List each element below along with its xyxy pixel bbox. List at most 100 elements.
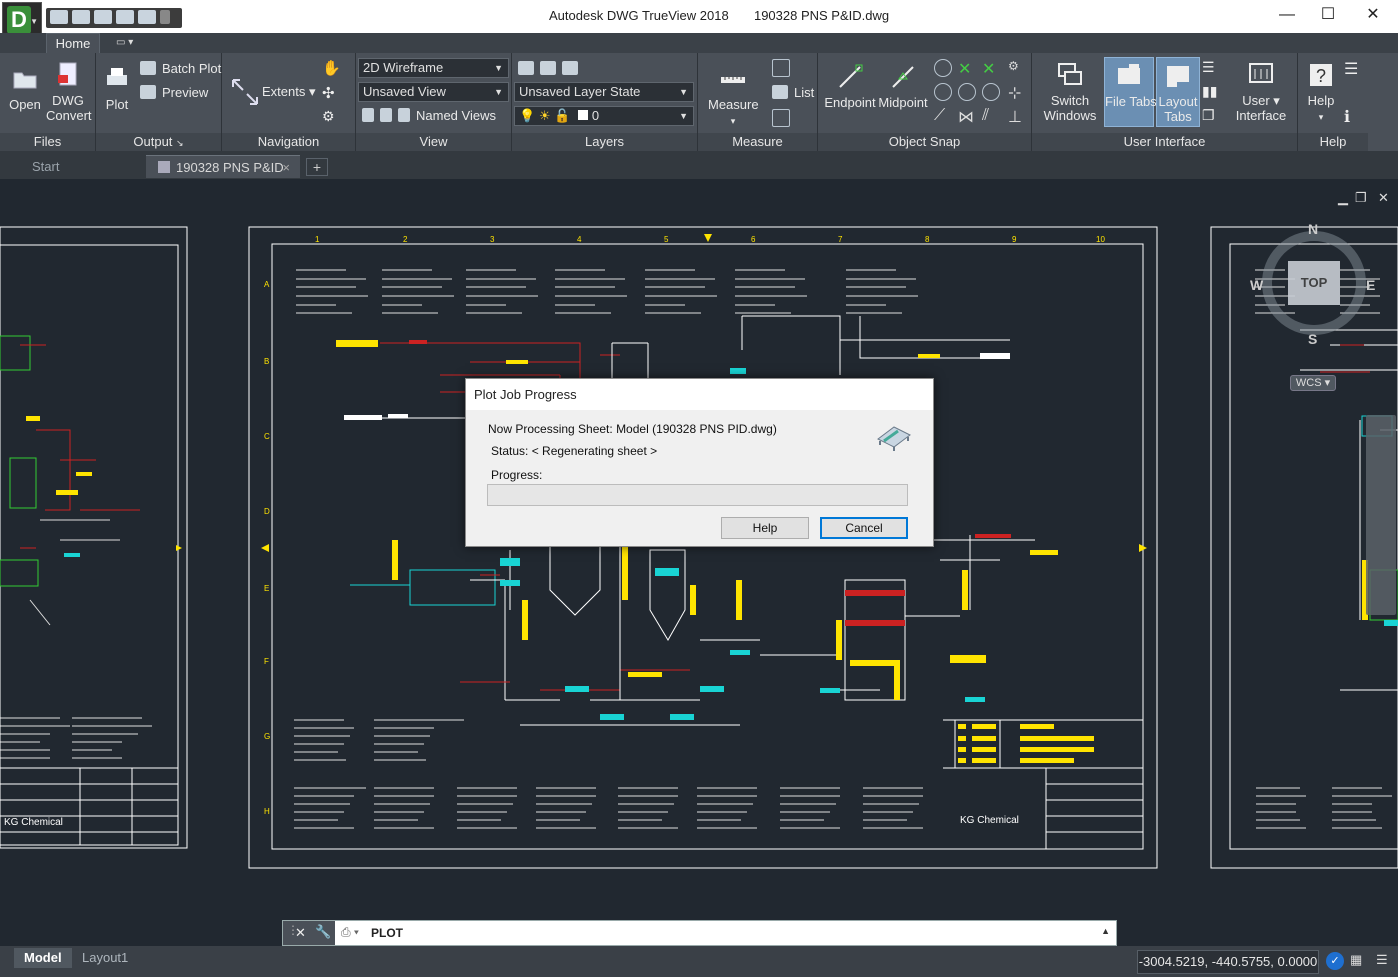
parallel-snap-icon[interactable]: ⫽ <box>982 107 1000 125</box>
close-tab-icon[interactable]: × <box>282 156 290 179</box>
zoom-extents-icon[interactable] <box>230 77 260 107</box>
measure-button[interactable]: Measure ▾ <box>708 65 759 129</box>
plotter-icon <box>877 426 911 451</box>
visual-style-dropdown[interactable]: 2D Wireframe ▼ <box>358 58 509 78</box>
panel-title-files[interactable]: Files <box>0 133 95 151</box>
tangent-snap-icon[interactable] <box>982 83 1000 101</box>
panel-title-navigation[interactable]: Navigation <box>222 133 355 151</box>
cancel-button[interactable]: Cancel <box>820 517 908 539</box>
list-button[interactable]: List <box>772 85 814 101</box>
pdf-icon[interactable] <box>72 10 90 24</box>
layer-freeze-icon[interactable] <box>540 61 556 75</box>
info-icon[interactable]: ℹ <box>1344 107 1362 126</box>
print-preview-icon[interactable] <box>116 10 134 24</box>
named-views-button[interactable]: Named Views <box>362 108 496 124</box>
apparent-intersection-icon[interactable]: ✕ <box>982 59 1000 78</box>
viewport-close-icon[interactable]: ✕ <box>1378 190 1389 206</box>
viewport-restore-icon[interactable]: ❐ <box>1355 190 1367 206</box>
batch-plot-button[interactable]: Batch Plot <box>140 61 221 77</box>
nearest-snap-icon[interactable]: ⋈ <box>958 107 976 126</box>
customize-qat-icon[interactable] <box>160 10 170 24</box>
workspace-icon[interactable]: ▦ <box>1350 952 1362 968</box>
open-icon[interactable] <box>50 10 68 24</box>
customization-menu-icon[interactable]: ☰ <box>1376 952 1388 968</box>
minimize-button[interactable]: — <box>1274 4 1300 26</box>
saved-view-dropdown[interactable]: Unsaved View ▼ <box>358 82 509 102</box>
node-snap-icon[interactable] <box>934 83 952 101</box>
close-icon[interactable]: ✕ <box>295 925 306 941</box>
preview-button[interactable]: Preview <box>140 85 208 101</box>
orbit-icon[interactable]: ✣ <box>322 84 340 102</box>
coordinates-display[interactable]: -3004.5219, -440.5755, 0.0000 <box>1137 950 1319 974</box>
drawing-tab-label: 190328 PNS P&ID <box>176 160 284 175</box>
wcs-menu-button[interactable]: WCS ▾ <box>1290 375 1336 391</box>
quick-access-toolbar <box>46 8 182 28</box>
viewcube-east[interactable]: E <box>1366 277 1375 293</box>
quadrant-snap-icon[interactable] <box>958 83 976 101</box>
tab-home[interactable]: Home <box>46 33 100 54</box>
model-space-canvas[interactable]: A B C D E F G H 1 2 3 4 5 6 7 8 9 10 KG … <box>0 179 1398 944</box>
new-tab-button[interactable]: + <box>306 158 328 176</box>
layer-state-dropdown[interactable]: Unsaved Layer State ▼ <box>514 82 694 102</box>
tab-drawing[interactable]: 190328 PNS P&ID × <box>146 155 300 178</box>
maximize-button[interactable]: ☐ <box>1315 4 1341 26</box>
ribbon-options-icon[interactable]: ▭ ▾ <box>116 37 133 48</box>
layout-tabs-button[interactable]: Layout Tabs <box>1156 57 1200 127</box>
plot-button[interactable]: Plot <box>100 65 134 112</box>
user-interface-button[interactable]: User ▾ Interface <box>1228 61 1294 123</box>
layer-match-icon[interactable] <box>562 61 578 75</box>
dwg-convert-button[interactable]: DWG Convert <box>46 61 92 123</box>
viewport-minimize-icon[interactable]: ▁ <box>1338 190 1348 206</box>
intersection-snap-icon[interactable]: ✕ <box>958 59 976 78</box>
panel-title-view[interactable]: View <box>356 133 511 151</box>
tile-horizontal-icon[interactable]: ☰ <box>1202 59 1220 77</box>
panel-title-object-snap[interactable]: Object Snap <box>818 133 1031 151</box>
steering-wheel-icon[interactable]: ⚙ <box>322 108 340 126</box>
command-history-icon[interactable]: ⎙ ▾ <box>341 925 359 940</box>
command-line[interactable]: ⋮ ✕ 🔧 ⎙ ▾ PLOT ▲ <box>282 920 1117 946</box>
wrench-icon[interactable]: 🔧 <box>315 924 331 940</box>
chevron-up-icon[interactable]: ▲ <box>1101 926 1110 936</box>
pan-hand-icon[interactable]: ✋ <box>322 59 341 77</box>
layer-properties-icon[interactable] <box>518 61 534 75</box>
close-button[interactable]: ✕ <box>1360 4 1386 26</box>
dwg-convert-label-2: Convert <box>46 108 92 123</box>
viewcube-north[interactable]: N <box>1308 221 1318 237</box>
file-tabs-button[interactable]: File Tabs <box>1104 57 1157 127</box>
locate-point-icon[interactable] <box>772 109 790 127</box>
print-icon[interactable] <box>94 10 112 24</box>
panel-title-user-interface[interactable]: User Interface <box>1032 133 1297 151</box>
list-icon <box>772 85 788 99</box>
snap-options-icon[interactable]: ⚙ <box>1008 59 1026 77</box>
tab-layout1[interactable]: Layout1 <box>72 948 138 968</box>
extents-button[interactable]: Extents ▾ <box>262 84 316 100</box>
batch-plot-icon[interactable] <box>138 10 156 24</box>
cascade-icon[interactable]: ❐ <box>1202 107 1220 125</box>
perpendicular-snap-icon[interactable]: ⊥ <box>1008 107 1026 126</box>
panel-title-output[interactable]: Output ↘ <box>96 133 221 151</box>
new-features-icon[interactable]: ☰ <box>1344 59 1362 78</box>
endpoint-button[interactable]: Endpoint <box>822 63 878 110</box>
tab-model[interactable]: Model <box>14 948 72 968</box>
midpoint-button[interactable]: Midpoint <box>876 63 930 110</box>
extension-snap-icon[interactable]: ⟋ <box>934 107 952 125</box>
center-snap-icon[interactable] <box>934 59 952 77</box>
layer-dropdown[interactable]: 💡 ☀ 🔓 0 ▼ <box>514 106 694 126</box>
id-point-icon[interactable] <box>772 59 790 77</box>
plot-label: Plot <box>105 97 129 112</box>
switch-windows-button[interactable]: Switch Windows <box>1040 61 1100 123</box>
viewcube-south[interactable]: S <box>1308 331 1317 347</box>
insertion-snap-icon[interactable]: ⊹ <box>1008 83 1026 102</box>
tile-vertical-icon[interactable]: ▮▮ <box>1202 83 1220 101</box>
panel-title-help[interactable]: Help <box>1298 133 1368 151</box>
panel-title-measure[interactable]: Measure <box>698 133 817 151</box>
help-button[interactable]: Help <box>721 517 809 539</box>
help-button[interactable]: ? Help ▾ <box>1304 61 1338 125</box>
panel-title-layers[interactable]: Layers <box>512 133 697 151</box>
open-button[interactable]: Open <box>6 65 44 112</box>
tab-start[interactable]: Start <box>20 155 144 178</box>
snap-mode-icon[interactable]: ✓ <box>1326 952 1344 970</box>
viewcube-west[interactable]: W <box>1250 277 1263 293</box>
navigation-bar[interactable] <box>1366 415 1396 615</box>
viewcube-top-face[interactable]: TOP <box>1288 261 1340 305</box>
